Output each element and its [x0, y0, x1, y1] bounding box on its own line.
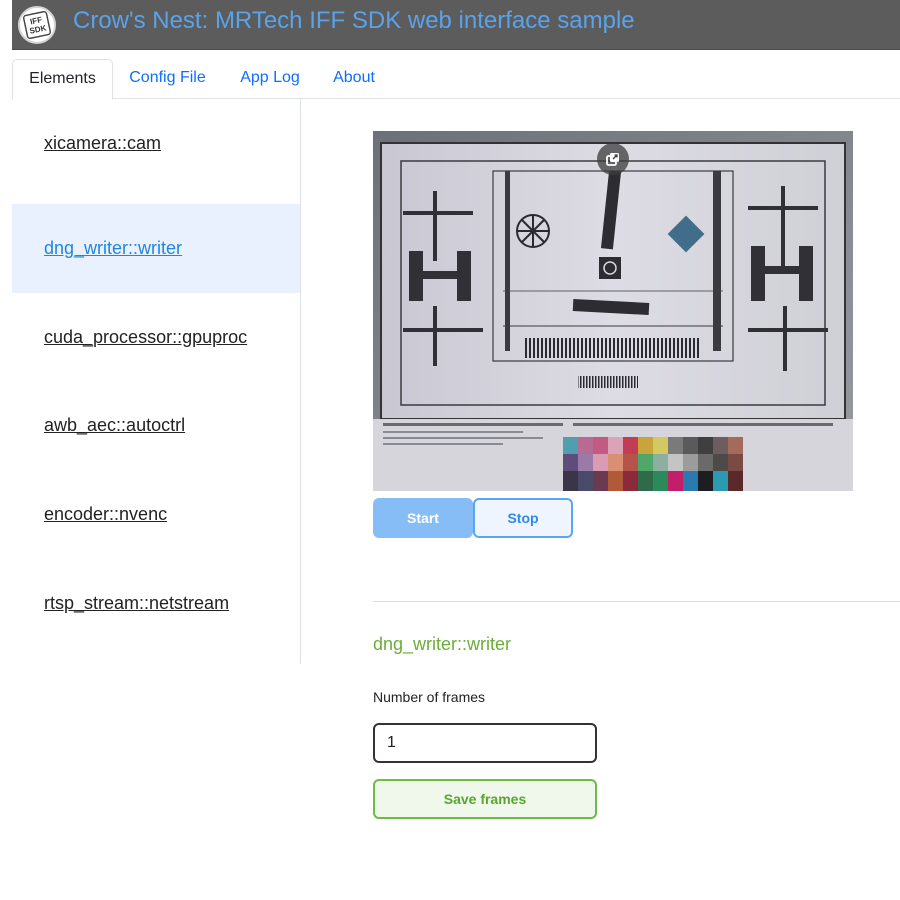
camera-preview[interactable] — [373, 131, 853, 491]
sidebar-item-rtsp-stream[interactable]: rtsp_stream::netstream — [12, 559, 300, 648]
sidebar-item-label[interactable]: cuda_processor::gpuproc — [44, 327, 247, 348]
sidebar-item-encoder[interactable]: encoder::nvenc — [12, 470, 300, 559]
element-panel-title: dng_writer::writer — [373, 634, 512, 654]
section-divider — [373, 601, 900, 602]
number-of-frames-input[interactable] — [373, 723, 597, 763]
popout-button[interactable] — [597, 143, 629, 175]
sidebar-item-label[interactable]: dng_writer::writer — [44, 238, 182, 259]
app-header: IFF SDK Crow's Nest: MRTech IFF SDK web … — [12, 0, 900, 50]
start-button[interactable]: Start — [373, 498, 473, 538]
app-title: Crow's Nest: MRTech IFF SDK web interfac… — [73, 7, 635, 34]
sidebar-item-label[interactable]: awb_aec::autoctrl — [44, 415, 185, 436]
stop-button[interactable]: Stop — [473, 498, 573, 538]
test-chart-image — [373, 131, 853, 491]
popout-icon — [606, 153, 619, 166]
number-of-frames-label: Number of frames — [373, 689, 486, 705]
save-frames-button[interactable]: Save frames — [373, 779, 597, 819]
tab-elements[interactable]: Elements — [12, 59, 113, 100]
sidebar-item-label[interactable]: rtsp_stream::netstream — [44, 593, 229, 614]
tab-config-file[interactable]: Config File — [113, 59, 222, 99]
sidebar-item-xicamera[interactable]: xicamera::cam — [12, 99, 300, 188]
iff-sdk-logo: IFF SDK — [18, 6, 56, 44]
sidebar-item-label[interactable]: xicamera::cam — [44, 133, 161, 154]
tab-app-log[interactable]: App Log — [226, 59, 314, 99]
sidebar-item-cuda-processor[interactable]: cuda_processor::gpuproc — [12, 293, 300, 382]
sidebar-item-label[interactable]: encoder::nvenc — [44, 504, 167, 525]
sidebar-item-awb-aec[interactable]: awb_aec::autoctrl — [12, 381, 300, 470]
tab-about[interactable]: About — [320, 59, 388, 99]
tab-bar: Elements Config File App Log About — [12, 59, 900, 100]
elements-sidebar: xicamera::cam dng_writer::writer cuda_pr… — [12, 99, 301, 664]
sidebar-item-dng-writer[interactable]: dng_writer::writer — [12, 204, 300, 293]
